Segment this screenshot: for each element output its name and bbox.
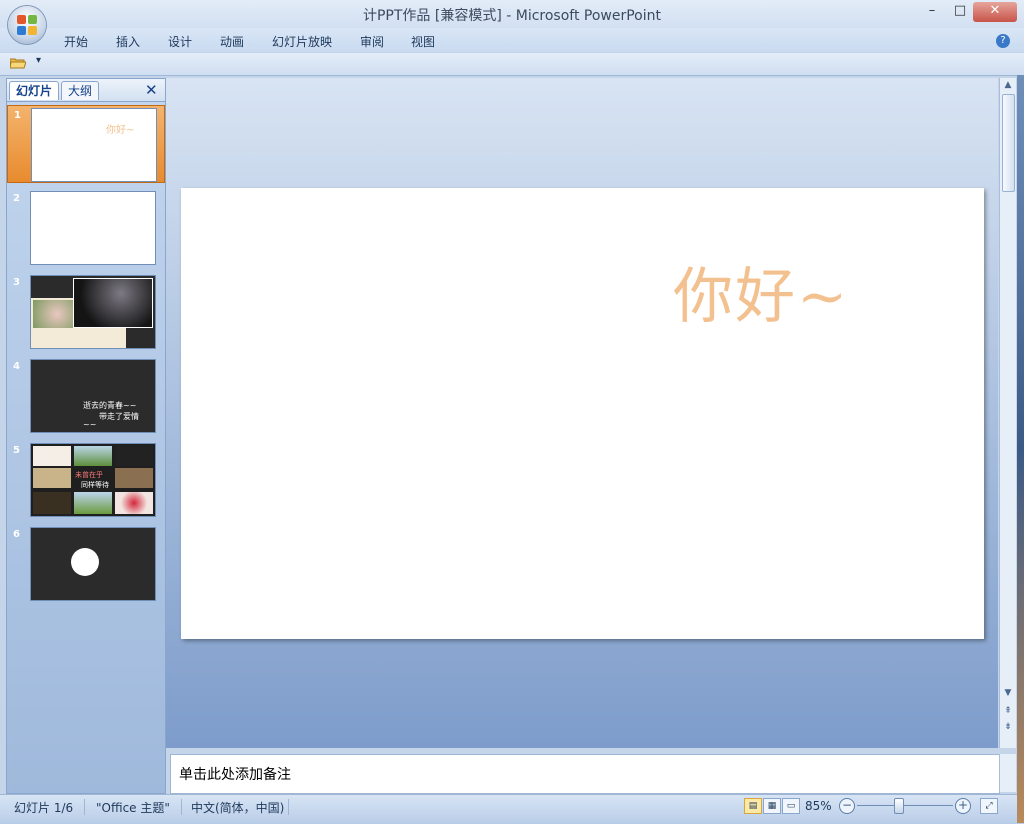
slide-thumbnail-image: 未曾在乎 同样等待	[30, 443, 156, 517]
language-indicator[interactable]: 中文(简体，中国)	[191, 799, 284, 816]
tab-home[interactable]: 开始	[64, 33, 88, 50]
fit-to-window-icon[interactable]: ⤢	[980, 798, 998, 814]
status-bar: 幻灯片 1/6 "Office 主题" 中文(简体，中国) ▤ ▦ ▭ 85% …	[0, 794, 1024, 824]
tab-insert[interactable]: 插入	[116, 33, 140, 50]
current-slide[interactable]: 你好~	[181, 188, 984, 639]
help-icon[interactable]: ?	[996, 34, 1010, 48]
powerpoint-window: 计PPT作品 [兼容模式] - Microsoft PowerPoint – □…	[0, 0, 1024, 824]
thumbnail-text: 你好~	[106, 125, 135, 136]
divider	[288, 799, 289, 815]
title-bar: 计PPT作品 [兼容模式] - Microsoft PowerPoint – □…	[0, 0, 1024, 28]
thumbnail-text-line1: 逝去的青春~~	[83, 401, 137, 410]
open-folder-icon[interactable]	[10, 57, 26, 69]
maximize-button[interactable]: □	[948, 2, 972, 22]
customize-qat-icon[interactable]: ▾	[36, 55, 41, 66]
slide-thumbnail-image	[30, 527, 156, 601]
slide-thumbnail-image	[30, 191, 156, 265]
theme-name[interactable]: "Office 主题"	[96, 799, 170, 816]
previous-slide-icon[interactable]: ⇞	[1000, 704, 1016, 718]
city-photo	[73, 278, 153, 328]
collage-photo	[74, 492, 112, 514]
ribbon-tabs: 开始 插入 设计 动画 幻灯片放映 审阅 视图	[0, 28, 1024, 52]
tab-view[interactable]: 视图	[411, 33, 435, 50]
pane-close-icon[interactable]: ✕	[145, 81, 158, 99]
thumbnail-text-line2: 同样等待	[81, 481, 109, 489]
slide-title-text[interactable]: 你好~	[673, 248, 849, 335]
slides-pane: 幻灯片 大纲 ✕ 1 你好~ 2 3 4 逝去的青春~~ 带走了爱情 ~~ 5 …	[6, 78, 166, 794]
slide-counter: 幻灯片 1/6	[14, 801, 74, 815]
notes-scrollbar[interactable]	[999, 754, 1016, 792]
scroll-down-icon[interactable]: ▼	[1000, 686, 1016, 700]
slide-thumbnail-1[interactable]: 1 你好~	[7, 105, 165, 183]
slide-editing-area: 你好~	[166, 78, 998, 748]
zoom-level[interactable]: 85%	[805, 799, 832, 813]
slide-thumbnail-image	[30, 275, 156, 349]
collage-photo	[33, 492, 71, 514]
flower-photo	[33, 300, 73, 328]
next-slide-icon[interactable]: ⇟	[1000, 720, 1016, 734]
slide-thumbnail-6[interactable]: 6	[7, 525, 165, 603]
scroll-up-icon[interactable]: ▲	[1000, 78, 1016, 92]
collage-photo	[115, 492, 153, 514]
slideshow-view-icon[interactable]: ▭	[782, 798, 800, 814]
slide-number: 3	[13, 277, 20, 288]
slide-thumbnail-3[interactable]: 3	[7, 273, 165, 351]
minimize-button[interactable]: –	[920, 2, 944, 22]
office-logo-icon	[17, 15, 37, 35]
tab-design[interactable]: 设计	[168, 33, 192, 50]
pane-tabs: 幻灯片 大纲 ✕	[7, 79, 165, 102]
tab-outline[interactable]: 大纲	[61, 81, 100, 100]
notes-pane[interactable]: 单击此处添加备注	[170, 754, 1000, 794]
slide-number: 4	[13, 361, 20, 372]
tab-review[interactable]: 审阅	[360, 33, 384, 50]
zoom-slider-track[interactable]	[857, 805, 953, 806]
collage-photo	[115, 446, 153, 466]
slide-number: 6	[13, 529, 20, 540]
quick-access-toolbar: ▾	[0, 53, 1024, 76]
notes-placeholder[interactable]: 单击此处添加备注	[179, 764, 291, 784]
normal-view-icon[interactable]: ▤	[744, 798, 762, 814]
vertical-scrollbar[interactable]: ▲ ▼ ⇞ ⇟	[999, 78, 1016, 748]
tab-slides[interactable]: 幻灯片	[9, 81, 60, 100]
office-button[interactable]	[8, 6, 46, 44]
close-button[interactable]: ✕	[973, 2, 1017, 22]
slide-thumbnail-4[interactable]: 4 逝去的青春~~ 带走了爱情 ~~	[7, 357, 165, 435]
desktop-background-edge	[1017, 75, 1024, 823]
slide-number: 2	[13, 193, 20, 204]
slide-sorter-view-icon[interactable]: ▦	[763, 798, 781, 814]
collage-photo	[33, 446, 71, 466]
scrollbar-thumb[interactable]	[1002, 94, 1015, 192]
white-circle-shape	[71, 548, 99, 576]
slide-thumbnail-5[interactable]: 5 未曾在乎 同样等待	[7, 441, 165, 519]
collage-photo	[33, 468, 71, 488]
window-title: 计PPT作品 [兼容模式] - Microsoft PowerPoint	[362, 8, 661, 24]
tab-animations[interactable]: 动画	[220, 33, 244, 50]
slide-number: 1	[14, 110, 21, 121]
collage-photo	[74, 446, 112, 466]
zoom-out-icon[interactable]: −	[839, 798, 855, 814]
slide-thumbnail-image: 逝去的青春~~ 带走了爱情 ~~	[30, 359, 156, 433]
divider	[84, 799, 85, 815]
zoom-in-icon[interactable]: +	[955, 798, 971, 814]
tab-slideshow[interactable]: 幻灯片放映	[272, 33, 332, 50]
collage-photo	[115, 468, 153, 488]
thumbnail-text-line1: 未曾在乎	[75, 471, 103, 479]
thumbnail-text-line2: 带走了爱情	[99, 412, 139, 421]
divider	[181, 799, 182, 815]
slide-number: 5	[13, 445, 20, 456]
thumbnail-text-line3: ~~	[83, 420, 97, 429]
slide-thumbnail-image: 你好~	[31, 108, 157, 182]
zoom-slider-knob[interactable]	[894, 798, 904, 814]
slide-thumbnail-2[interactable]: 2	[7, 189, 165, 267]
